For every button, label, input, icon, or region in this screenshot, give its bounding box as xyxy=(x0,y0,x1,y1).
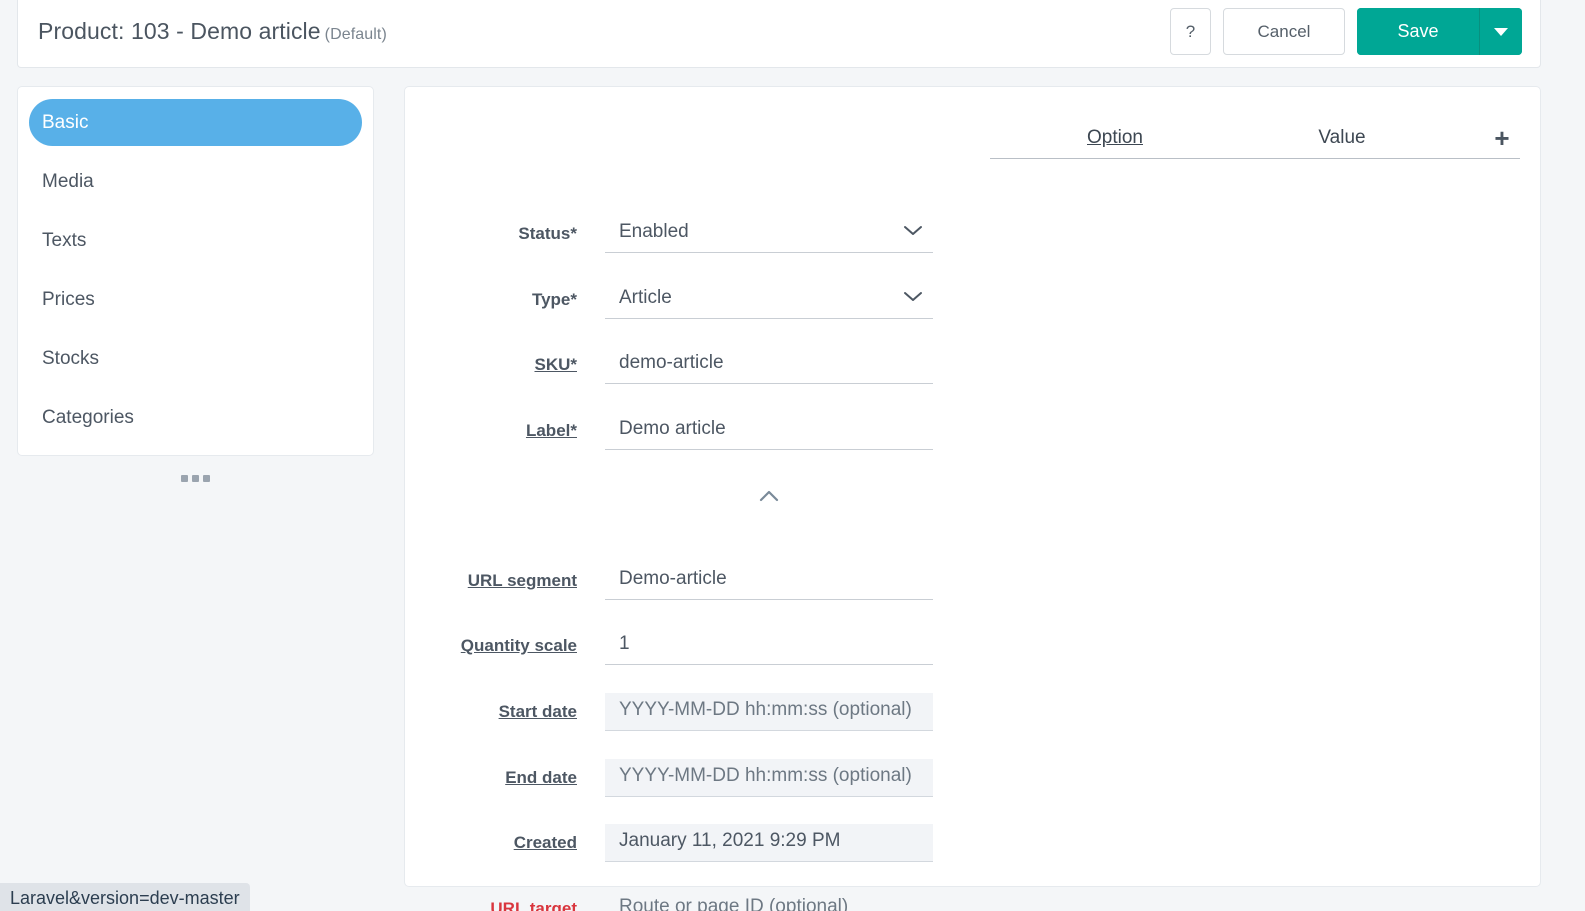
form-row-status: Status* Enabled xyxy=(405,215,965,253)
chevron-up-icon xyxy=(759,490,779,502)
field-control-start-date xyxy=(605,693,933,731)
sidebar-nav: Basic Media Texts Prices Stocks Categori… xyxy=(17,86,374,456)
form-row-url-target: URL target xyxy=(405,890,965,911)
column-header-value: Value xyxy=(1318,127,1366,148)
sidebar-item-prices[interactable]: Prices xyxy=(29,276,362,323)
sidebar-item-stocks[interactable]: Stocks xyxy=(29,335,362,382)
sidebar-item-label: Basic xyxy=(42,111,89,133)
field-control-created xyxy=(605,824,933,862)
form-row-quantity-scale: Quantity scale xyxy=(405,627,965,665)
quantity-scale-input[interactable] xyxy=(605,627,933,665)
add-option-button[interactable]: + xyxy=(1484,125,1520,151)
select-wrapper-status: Enabled xyxy=(605,215,933,253)
start-date-input[interactable] xyxy=(605,693,933,731)
created-input[interactable] xyxy=(605,824,933,862)
select-wrapper-type: Article xyxy=(605,281,933,319)
sidebar-item-label: Prices xyxy=(42,288,95,310)
sidebar-item-texts[interactable]: Texts xyxy=(29,217,362,264)
collapse-section-toggle[interactable] xyxy=(605,489,933,503)
field-control-status: Enabled xyxy=(605,215,933,253)
sidebar-item-media[interactable]: Media xyxy=(29,158,362,205)
field-control-label xyxy=(605,412,933,450)
field-control-quantity-scale xyxy=(605,627,933,665)
sidebar-item-categories[interactable]: Categories xyxy=(29,394,362,441)
page-title-suffix: (Default) xyxy=(324,26,387,43)
type-select[interactable]: Article xyxy=(605,281,933,319)
field-label-created[interactable]: Created xyxy=(405,824,605,856)
field-label-start-date[interactable]: Start date xyxy=(405,693,605,725)
chevron-down-icon xyxy=(1494,27,1508,36)
help-button[interactable]: ? xyxy=(1170,8,1211,55)
field-label-type: Type* xyxy=(531,290,577,309)
column-header-option[interactable]: Option xyxy=(990,127,1240,149)
form-row-url-segment: URL segment xyxy=(405,562,965,600)
page-title-text: Product: 103 - Demo article xyxy=(38,18,321,44)
options-table-header: Option Value + xyxy=(990,125,1520,159)
field-label-url-target[interactable]: URL target xyxy=(405,890,605,911)
field-control-url-segment xyxy=(605,562,933,600)
sku-input[interactable] xyxy=(605,346,933,384)
field-control-end-date xyxy=(605,759,933,797)
options-table-body xyxy=(990,159,1520,199)
header-actions: ? Cancel Save xyxy=(1170,8,1522,55)
url-target-input[interactable] xyxy=(605,890,933,911)
form-row-sku: SKU* xyxy=(405,346,965,384)
field-control-sku xyxy=(605,346,933,384)
options-table: Option Value + xyxy=(990,125,1542,199)
cancel-button[interactable]: Cancel xyxy=(1223,8,1345,55)
sidebar-item-basic[interactable]: Basic xyxy=(29,99,362,146)
field-control-url-target xyxy=(605,890,933,911)
field-label-label[interactable]: Label* xyxy=(405,412,605,444)
sidebar-item-label: Texts xyxy=(42,229,87,251)
field-control-type: Article xyxy=(605,281,933,319)
field-label-end-date[interactable]: End date xyxy=(405,759,605,791)
form-row-type: Type* Article xyxy=(405,281,965,319)
page-title: Product: 103 - Demo article (Default) xyxy=(38,18,387,45)
app-root: Product: 103 - Demo article (Default) ? C… xyxy=(0,0,1585,911)
save-button[interactable]: Save xyxy=(1357,8,1479,55)
save-button-group: Save xyxy=(1357,8,1522,55)
status-select[interactable]: Enabled xyxy=(605,215,933,253)
form-row-created: Created xyxy=(405,824,965,862)
field-label-status: Status* xyxy=(518,224,577,243)
sidebar-item-label: Stocks xyxy=(42,347,100,369)
save-dropdown-button[interactable] xyxy=(1479,8,1522,55)
field-label-url-segment[interactable]: URL segment xyxy=(405,562,605,594)
ellipsis-icon[interactable] xyxy=(17,475,374,482)
form-row-end-date: End date xyxy=(405,759,965,797)
field-label-sku[interactable]: SKU* xyxy=(405,346,605,378)
page-header: Product: 103 - Demo article (Default) ? C… xyxy=(17,0,1541,68)
label-input[interactable] xyxy=(605,412,933,450)
sidebar-item-label: Categories xyxy=(42,406,134,428)
url-segment-input[interactable] xyxy=(605,562,933,600)
main-panel: Status* Enabled Type* ArticleSKU* Label* URL … xyxy=(404,86,1542,911)
form-row-start-date: Start date xyxy=(405,693,965,731)
field-label-quantity-scale[interactable]: Quantity scale xyxy=(405,627,605,659)
browser-status-bar: Laravel&version=dev-master xyxy=(0,883,250,911)
sidebar-item-label: Media xyxy=(42,170,94,192)
end-date-input[interactable] xyxy=(605,759,933,797)
form-row-label: Label* xyxy=(405,412,965,450)
